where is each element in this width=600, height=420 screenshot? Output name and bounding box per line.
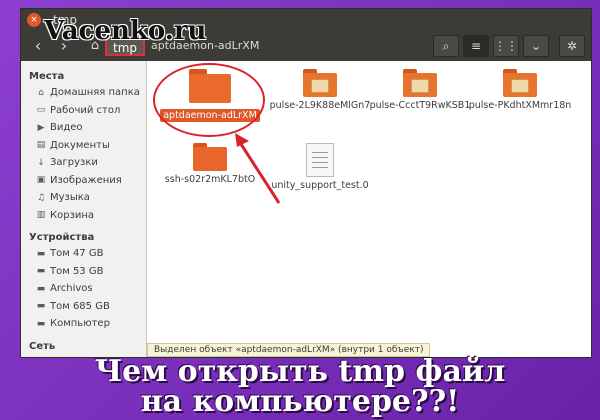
file-grid: unity_support_test.0 ssh-s02r2mKL7btO puls…: [147, 61, 591, 357]
list-view-button[interactable]: ≡: [463, 35, 489, 57]
sidebar-item-place-label: Домашняя папка: [50, 87, 140, 99]
close-icon[interactable]: ×: [27, 13, 41, 27]
sidebar-item-place-2[interactable]: ▶ Видео: [21, 119, 146, 137]
package-folder-icon: [403, 69, 437, 97]
sidebar-item-device-2[interactable]: ▬ Archivos: [21, 280, 146, 298]
sidebar-item-device-label: Том 53 GB: [50, 265, 104, 277]
sidebar-item-place-label: Корзина: [50, 209, 95, 221]
sidebar-item-place-icon: ▶: [37, 122, 45, 133]
sidebar-item-place-7[interactable]: ▥ Корзина: [21, 207, 146, 225]
file-name: pulse-2L9K88eMlGn7: [269, 100, 371, 111]
file-name: pulse-CcctT9RwKSB1: [369, 100, 471, 111]
sidebar-item-device-label: Компьютер: [50, 318, 110, 330]
red-arrow-annotation: [235, 133, 281, 204]
sidebar-header-places: Места: [29, 71, 65, 82]
sidebar-item-place-label: Рабочий стол: [50, 104, 121, 116]
sidebar-item-place-5[interactable]: ▣ Изображения: [21, 172, 146, 190]
sidebar-item-device-label: Том 47 GB: [50, 248, 104, 260]
grid-view-button[interactable]: ⋮⋮: [493, 35, 519, 57]
sidebar-item-place-icon: ↓: [37, 157, 45, 168]
file-item[interactable]: pulse-CcctT9RwKSB1: [365, 69, 475, 111]
file-manager-window: × tmp ‹ › ⌂ tmp aptdaemon-adLrXM ⌕ ≡ ⋮⋮ …: [20, 8, 592, 358]
sidebar-item-device-icon: ▬: [36, 266, 46, 277]
sidebar-item-place-6[interactable]: ♫ Музыка: [21, 189, 146, 207]
sidebar-item-device-4[interactable]: ▬ Компьютер: [21, 315, 146, 333]
file-name: pulse-PKdhtXMmr18n: [468, 100, 572, 111]
site-watermark: Vacenko.ru: [44, 16, 207, 46]
sidebar-item-device-icon: ▬: [36, 248, 46, 259]
sidebar-item-place-icon: ▤: [36, 140, 46, 151]
package-folder-icon: [303, 69, 337, 97]
folder-icon: [193, 143, 227, 171]
sidebar-item-place-4[interactable]: ↓ Загрузки: [21, 154, 146, 172]
file-item[interactable]: pulse-2L9K88eMlGn7: [265, 69, 375, 111]
content-area: Места ⌂ Домашняя папка ▭ Рабочий стол ▶ Видео…: [21, 61, 591, 357]
sidebar-item-place-label: Музыка: [50, 192, 90, 204]
sidebar-item-device-label: Archivos: [50, 283, 93, 295]
sidebar-header-devices: Устройства: [29, 232, 95, 243]
gear-icon[interactable]: ✲: [559, 35, 585, 57]
sidebar-item-place-icon: ⌂: [38, 87, 44, 98]
sidebar-item-device-icon: ▬: [36, 301, 46, 312]
sidebar-item-place-3[interactable]: ▤ Документы: [21, 137, 146, 155]
sidebar-item-device-label: Том 685 GB: [50, 300, 110, 312]
sidebar-item-place-label: Видео: [50, 122, 83, 134]
sidebar-item-device-1[interactable]: ▬ Том 53 GB: [21, 263, 146, 281]
sidebar: Места ⌂ Домашняя папка ▭ Рабочий стол ▶ Видео…: [21, 61, 147, 357]
sidebar-item-device-3[interactable]: ▬ Том 685 GB: [21, 298, 146, 316]
caption-line-2: на компьютере??!: [140, 384, 460, 419]
view-options-dropdown[interactable]: ⌄: [523, 35, 549, 57]
sidebar-item-place-label: Документы: [50, 139, 110, 151]
sidebar-item-device-icon: ▬: [36, 318, 46, 329]
sidebar-item-place-label: Изображения: [50, 174, 122, 186]
sidebar-item-device-0[interactable]: ▬ Том 47 GB: [21, 245, 146, 263]
sidebar-item-place-icon: ▣: [36, 175, 46, 186]
sidebar-item-place-0[interactable]: ⌂ Домашняя папка: [21, 84, 146, 102]
sidebar-header-network: Сеть: [29, 340, 56, 352]
document-icon: [306, 143, 334, 177]
sidebar-item-place-icon: ▥: [36, 210, 46, 221]
sidebar-item-place-icon: ♫: [36, 192, 46, 203]
sidebar-item-device-icon: ▬: [36, 283, 46, 294]
sidebar-item-place-label: Загрузки: [50, 157, 98, 169]
search-button[interactable]: ⌕: [433, 35, 459, 57]
sidebar-item-place-1[interactable]: ▭ Рабочий стол: [21, 102, 146, 120]
sidebar-item-place-icon: ▭: [36, 105, 46, 116]
file-item[interactable]: pulse-PKdhtXMmr18n: [465, 69, 575, 111]
package-folder-icon: [503, 69, 537, 97]
